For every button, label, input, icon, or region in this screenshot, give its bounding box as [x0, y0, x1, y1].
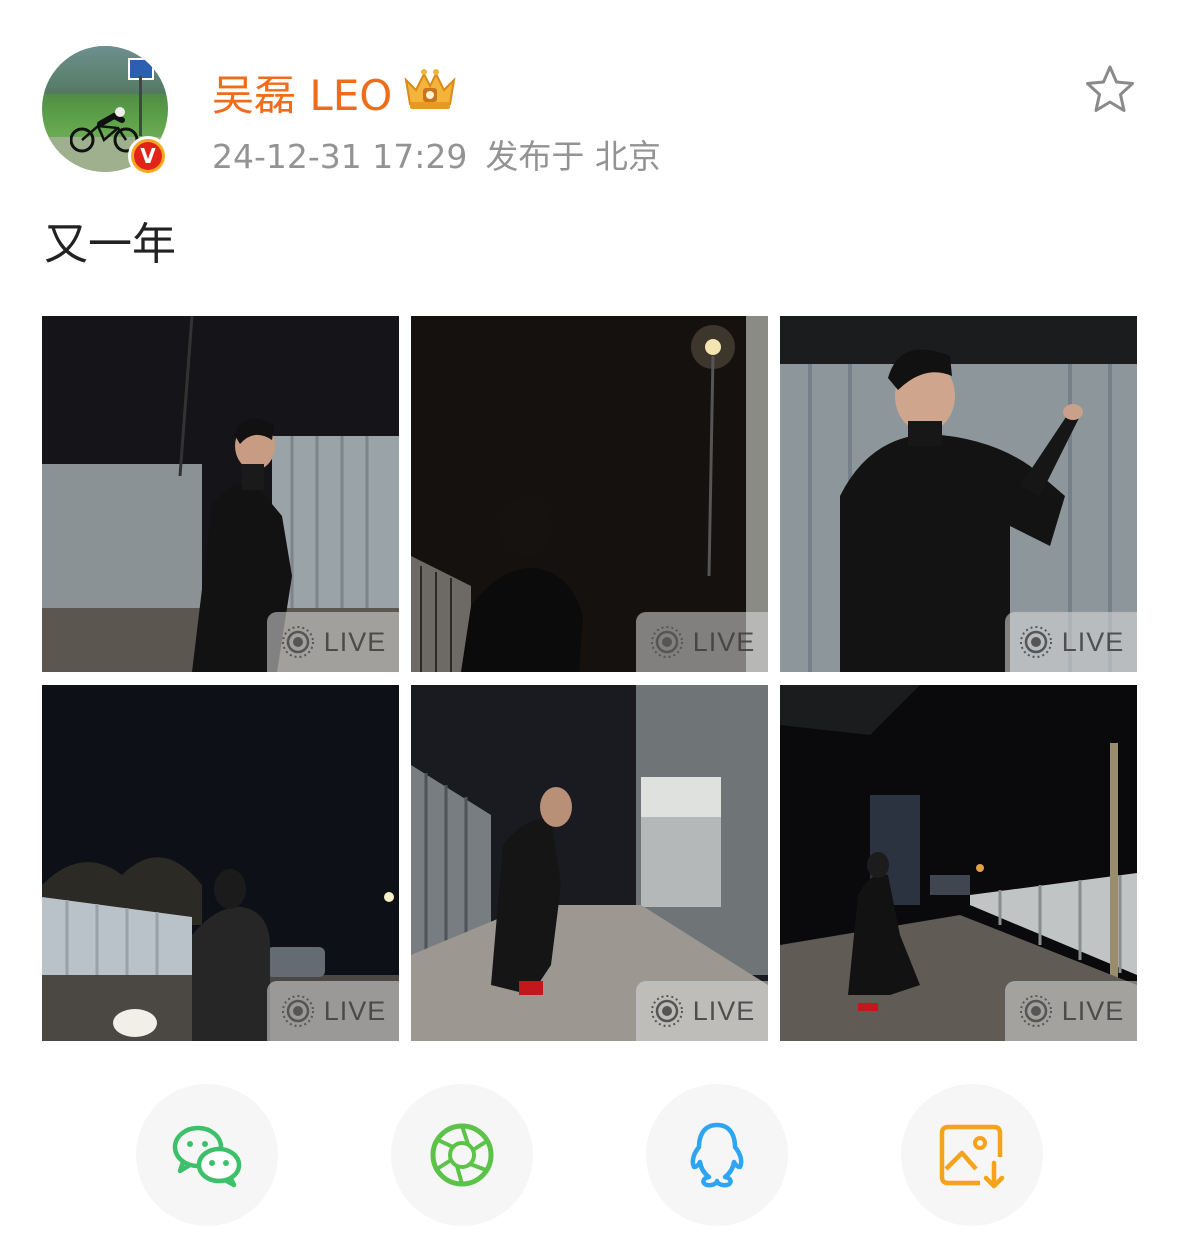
star-icon[interactable] [1084, 64, 1136, 114]
photo-thumbnail[interactable]: LIVE [780, 316, 1137, 672]
live-photo-icon [650, 995, 683, 1027]
live-label: LIVE [323, 626, 387, 657]
save-image-button[interactable] [901, 1084, 1043, 1226]
live-badge: LIVE [636, 612, 768, 672]
moments-icon [430, 1123, 494, 1187]
qq-icon [690, 1122, 744, 1188]
live-badge: LIVE [1005, 981, 1137, 1041]
post-timestamp: 24-12-31 17:29 [212, 137, 468, 176]
live-photo-icon [281, 626, 314, 658]
wechat-icon [172, 1125, 242, 1188]
live-photo-icon [281, 995, 314, 1027]
live-label: LIVE [692, 626, 756, 657]
photo-thumbnail[interactable]: LIVE [411, 685, 768, 1041]
share-qq-button[interactable] [646, 1084, 788, 1226]
live-photo-icon [1019, 626, 1052, 658]
weibo-post: V 吴磊 LEO 24-12-31 17:29 发布于 北京 又一年 LIVE … [0, 0, 1179, 1254]
save-image-icon [939, 1124, 1005, 1189]
verified-badge-icon: V [128, 136, 168, 176]
live-photo-icon [1019, 995, 1052, 1027]
photo-thumbnail[interactable]: LIVE [411, 316, 768, 672]
live-badge: LIVE [267, 612, 399, 672]
photo-thumbnail[interactable]: LIVE [780, 685, 1137, 1041]
photo-thumbnail[interactable]: LIVE [42, 316, 399, 672]
live-badge: LIVE [636, 981, 768, 1041]
live-photo-icon [650, 626, 683, 658]
crown-icon[interactable] [402, 66, 458, 112]
share-wechat-button[interactable] [136, 1084, 278, 1226]
live-label: LIVE [1061, 626, 1125, 657]
live-badge: LIVE [1005, 612, 1137, 672]
post-text: 又一年 [44, 219, 176, 270]
live-badge: LIVE [267, 981, 399, 1041]
live-label: LIVE [323, 995, 387, 1026]
share-moments-button[interactable] [391, 1084, 533, 1226]
username[interactable]: 吴磊 LEO [212, 62, 392, 123]
live-label: LIVE [1061, 995, 1125, 1026]
post-meta: 24-12-31 17:29 发布于 北京 [212, 130, 661, 178]
post-location: 发布于 北京 [485, 137, 661, 176]
photo-thumbnail[interactable]: LIVE [42, 685, 399, 1041]
photo-grid: LIVE LIVE LIVE LIVE LIVE LIVE [42, 316, 1137, 1041]
live-label: LIVE [692, 995, 756, 1026]
